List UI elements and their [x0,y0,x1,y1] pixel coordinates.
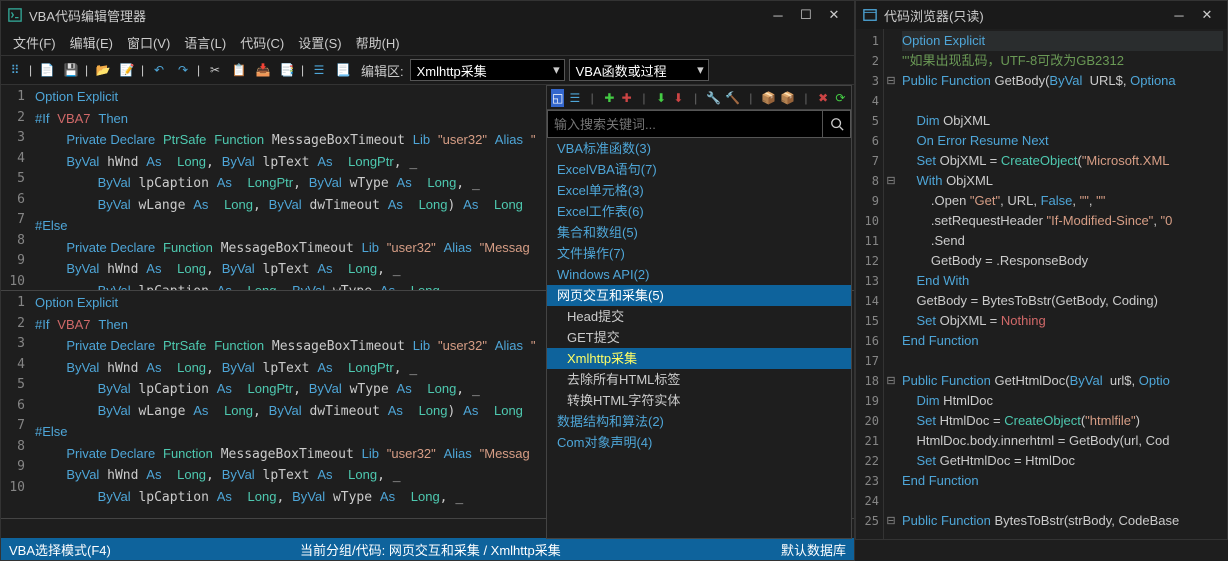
tree-item[interactable]: 文件操作(7) [547,243,851,264]
menu-file[interactable]: 文件(F) [7,30,62,55]
tree-item[interactable]: Windows API(2) [547,264,851,285]
menubar: 文件(F) 编辑(E) 窗口(V) 语言(L) 代码(C) 设置(S) 帮助(H… [1,29,854,55]
right-code-area[interactable]: 1234567891011121314151617181920212223242… [856,29,1227,539]
tree-select-icon[interactable]: ◱ [551,89,564,107]
tree-search-input[interactable] [548,117,822,132]
tree-arrow-red-icon[interactable]: ⬇ [672,89,685,107]
left-titlebar: VBA代码编辑管理器 ─ ☐ ✕ [1,1,854,29]
undo-icon[interactable]: ↶ [149,60,169,80]
gutter-top: 12345678910 [1,85,31,290]
tree-arrow-green-icon[interactable]: ⬇ [655,89,668,107]
copy-icon[interactable]: 📋 [229,60,249,80]
tree-item[interactable]: ExcelVBA语句(7) [547,159,851,180]
maximize-button[interactable]: ☐ [792,5,820,25]
tree-panel: ◱ ☰ | ✚ ✚ | ⬇ ⬇ | 🔧 🔨 | 📦 📦 | ✖ ⟳ VBA标准函… [546,85,852,539]
statusbar: VBA选择模式(F4) 当前分组/代码: 网页交互和采集 / Xmlhttp采集… [1,538,854,560]
tree-box1-icon[interactable]: 📦 [761,89,776,107]
status-right: 默认数据库 [781,540,846,559]
tree-searchbox [547,110,851,138]
right-close-button[interactable]: ✕ [1193,5,1221,25]
redo-icon[interactable]: ↷ [173,60,193,80]
tree-add-green-icon[interactable]: ✚ [603,89,616,107]
right-window: 代码浏览器(只读) ─ ✕ 12345678910111213141516171… [855,0,1228,540]
doc-icon[interactable]: 📃 [333,60,353,80]
tree-item[interactable]: 数据结构和算法(2) [547,411,851,432]
tree-refresh-icon[interactable]: ⟳ [834,89,847,107]
save-icon[interactable]: 💾 [61,60,81,80]
app-icon [7,7,23,23]
right-code[interactable]: Option Explicit'''如果出现乱码，UTF-8可改为GB2312P… [898,29,1227,539]
search-icon[interactable] [822,111,850,137]
tree-list: VBA标准函数(3)ExcelVBA语句(7)Excel单元格(3)Excel工… [547,138,851,538]
menu-settings[interactable]: 设置(S) [292,30,347,55]
tree-item[interactable]: Com对象声明(4) [547,432,851,453]
dropdown-codename[interactable]: Xmlhttp采集 [410,59,565,81]
tree-item[interactable]: Head提交 [547,306,851,327]
status-left: VBA选择模式(F4) [9,540,111,559]
tree-item[interactable]: Excel工作表(6) [547,201,851,222]
edit-area-label: 编辑区: [361,61,404,80]
list-icon[interactable]: ☰ [309,60,329,80]
left-title: VBA代码编辑管理器 [29,6,146,25]
tree-item[interactable]: 转换HTML字符实体 [547,390,851,411]
right-minimize-button[interactable]: ─ [1165,5,1193,25]
tree-item[interactable]: Excel单元格(3) [547,180,851,201]
close-button[interactable]: ✕ [820,5,848,25]
new-icon[interactable]: 📄 [37,60,57,80]
tree-item[interactable]: Xmlhttp采集 [547,348,851,369]
tree-item[interactable]: 网页交互和采集(5) [547,285,851,306]
tree-item[interactable]: 去除所有HTML标签 [547,369,851,390]
toolbar-dropdown-icon[interactable]: ⠿ [5,60,25,80]
gutter-bottom: 12345678910 [1,291,31,518]
menu-code[interactable]: 代码(C) [234,30,290,55]
status-mid: 当前分组/代码: 网页交互和采集 / Xmlhttp采集 [300,540,561,559]
tree-add-red-icon[interactable]: ✚ [620,89,633,107]
tree-item[interactable]: 集合和数组(5) [547,222,851,243]
menu-lang[interactable]: 语言(L) [178,30,232,55]
right-gutter: 1234567891011121314151617181920212223242… [856,29,884,539]
right-title: 代码浏览器(只读) [884,6,984,25]
tree-list-icon[interactable]: ☰ [568,89,581,107]
cut-icon[interactable]: ✂ [205,60,225,80]
clipboard-icon[interactable]: 📑 [277,60,297,80]
tree-item[interactable]: GET提交 [547,327,851,348]
right-fold-column[interactable]: ⊟ ⊟ ⊟ ⊟ [884,29,898,539]
tree-tool2-icon[interactable]: 🔨 [725,89,740,107]
open-icon[interactable]: 📂 [93,60,113,80]
menu-edit[interactable]: 编辑(E) [64,30,119,55]
paste-icon[interactable]: 📥 [253,60,273,80]
right-titlebar: 代码浏览器(只读) ─ ✕ [856,1,1227,29]
tree-toolbar: ◱ ☰ | ✚ ✚ | ⬇ ⬇ | 🔧 🔨 | 📦 📦 | ✖ ⟳ [547,86,851,110]
tree-delete-icon[interactable]: ✖ [817,89,830,107]
edit-icon[interactable]: 📝 [117,60,137,80]
tree-tool1-icon[interactable]: 🔧 [706,89,721,107]
menu-help[interactable]: 帮助(H) [350,30,406,55]
browser-icon [862,7,878,23]
tree-box2-icon[interactable]: 📦 [780,89,795,107]
dropdown-codetype[interactable]: VBA函数或过程 [569,59,709,81]
minimize-button[interactable]: ─ [764,5,792,25]
menu-window[interactable]: 窗口(V) [121,30,176,55]
main-toolbar: ⠿ | 📄 💾 | 📂 📝 | ↶ ↷ | ✂ 📋 📥 📑 | ☰ 📃 编辑区:… [1,55,854,85]
tree-item[interactable]: VBA标准函数(3) [547,138,851,159]
